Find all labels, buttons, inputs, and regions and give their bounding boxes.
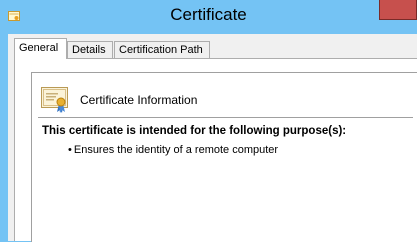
title-bar: Certificate — [0, 0, 417, 34]
certificate-info-box: Certificate Information This certificate… — [31, 72, 417, 242]
tab-certification-path[interactable]: Certification Path — [114, 41, 210, 58]
purpose-heading: This certificate is intended for the fol… — [42, 125, 347, 137]
tab-general[interactable]: General — [14, 38, 67, 59]
tab-details[interactable]: Details — [67, 41, 113, 58]
window-title: Certificate — [170, 5, 247, 24]
purpose-list-item: • Ensures the identity of a remote comput… — [68, 144, 278, 156]
general-tab-panel: Certificate Information This certificate… — [14, 58, 417, 242]
certificate-information-title: Certificate Information — [80, 93, 198, 107]
purpose-text: Ensures the identity of a remote compute… — [73, 144, 279, 156]
certificate-icon — [41, 87, 68, 113]
close-button[interactable] — [379, 0, 417, 20]
bullet: • — [68, 144, 72, 156]
dialog-client: General Details Certification Path Certi… — [8, 34, 417, 242]
divider — [38, 117, 413, 118]
